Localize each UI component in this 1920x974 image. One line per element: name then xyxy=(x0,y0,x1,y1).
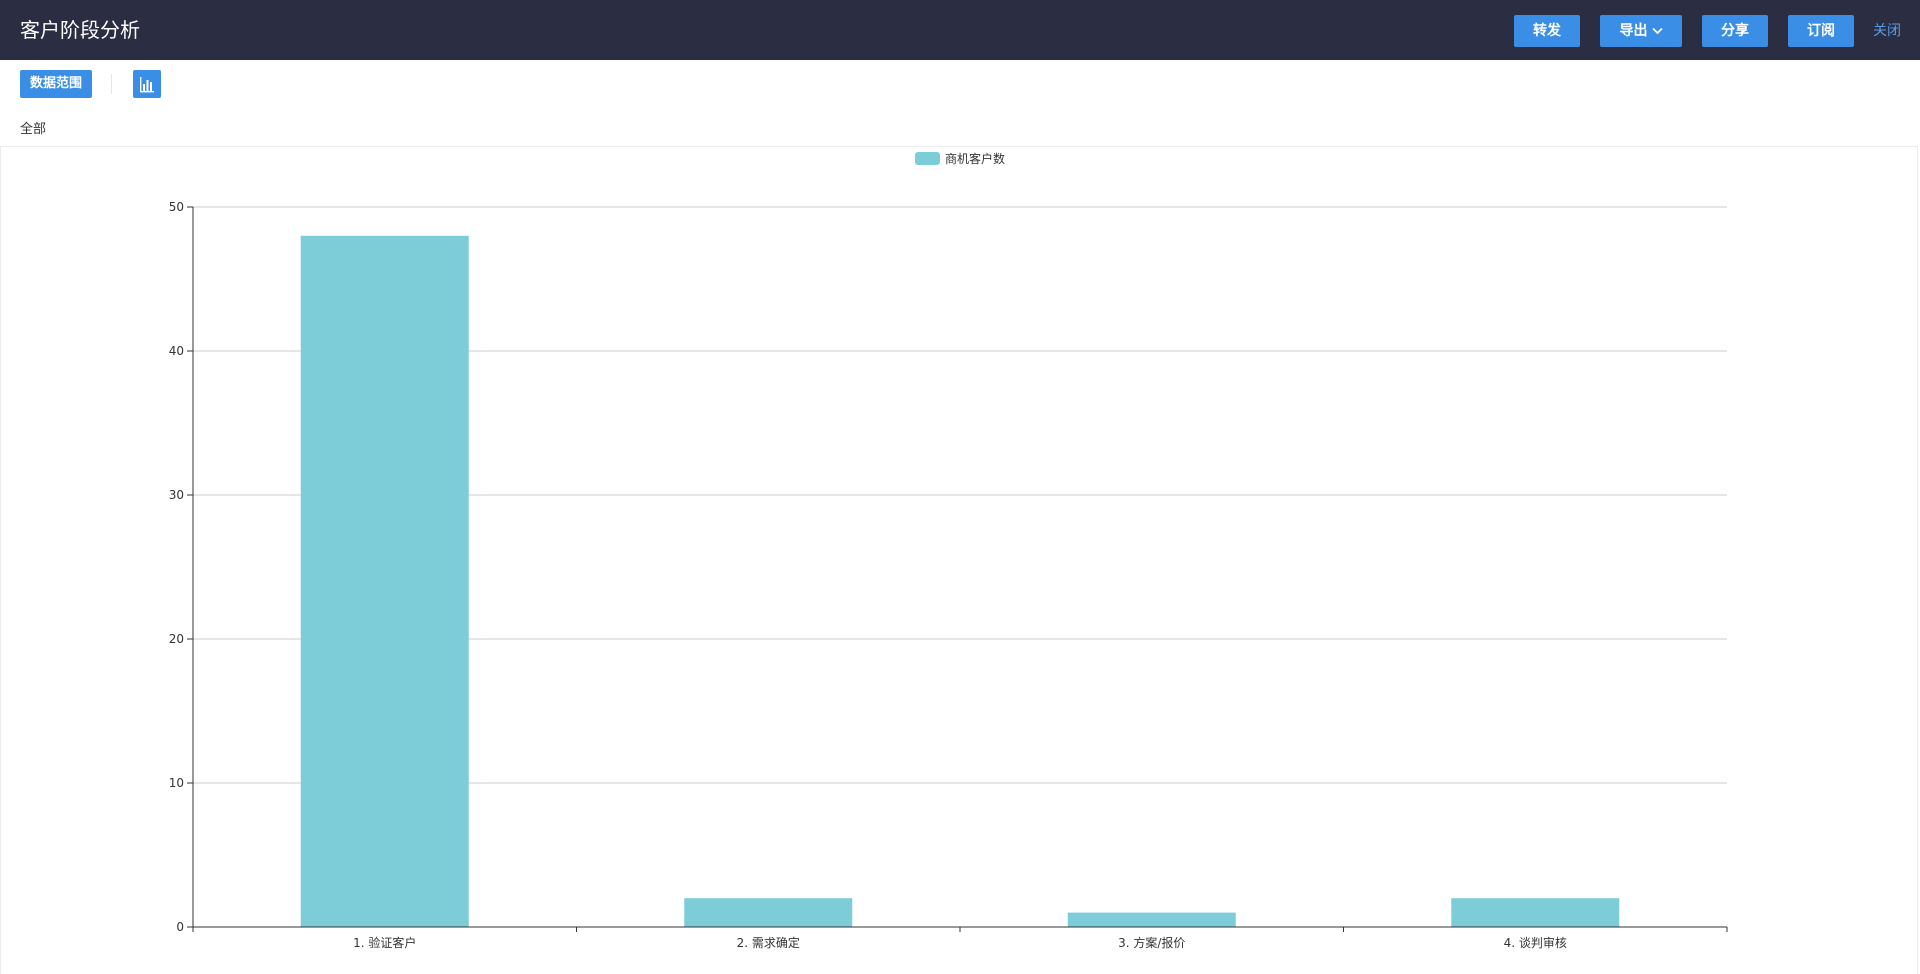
export-button[interactable]: 导出 xyxy=(1600,15,1682,47)
y-tick-label: 20 xyxy=(169,632,184,646)
bar-chart-icon xyxy=(140,77,154,93)
chevron-down-icon xyxy=(1651,15,1663,47)
y-tick-label: 50 xyxy=(169,200,184,214)
bar[interactable] xyxy=(1067,912,1236,927)
export-button-label: 导出 xyxy=(1619,23,1648,39)
chart-type-button[interactable] xyxy=(133,70,161,98)
legend-label: 商机客户数 xyxy=(945,151,1005,166)
bar[interactable] xyxy=(684,898,853,927)
legend-swatch[interactable] xyxy=(915,152,940,165)
close-link[interactable]: 关闭 xyxy=(1873,20,1901,40)
y-tick-label: 0 xyxy=(176,920,184,934)
toolbar-divider xyxy=(111,74,112,94)
y-tick-label: 30 xyxy=(169,488,184,502)
share-button[interactable]: 分享 xyxy=(1702,15,1768,47)
forward-button[interactable]: 转发 xyxy=(1514,15,1580,47)
data-range-button[interactable]: 数据范围 xyxy=(20,70,92,98)
data-scope-label: 全部 xyxy=(20,122,47,137)
bar-chart: 商机客户数 0 10 20 30 40 50 1. 验证客户 2. 需求确定 3. 方案/报价 4… xyxy=(169,151,1728,950)
x-tick-label: 2. 需求确定 xyxy=(737,935,800,950)
y-tick-label: 10 xyxy=(169,776,184,790)
bar[interactable] xyxy=(300,235,469,928)
y-tick-label: 40 xyxy=(169,344,184,358)
page-title: 客户阶段分析 xyxy=(20,18,140,42)
x-tick-label: 1. 验证客户 xyxy=(353,935,416,950)
subscribe-button[interactable]: 订阅 xyxy=(1788,15,1854,47)
x-tick-label: 3. 方案/报价 xyxy=(1118,935,1185,950)
top-bar: 客户阶段分析 转发 导出 分享 订阅 关闭 xyxy=(0,0,1920,60)
bar[interactable] xyxy=(1451,898,1620,927)
x-tick-label: 4. 谈判审核 xyxy=(1504,935,1567,950)
